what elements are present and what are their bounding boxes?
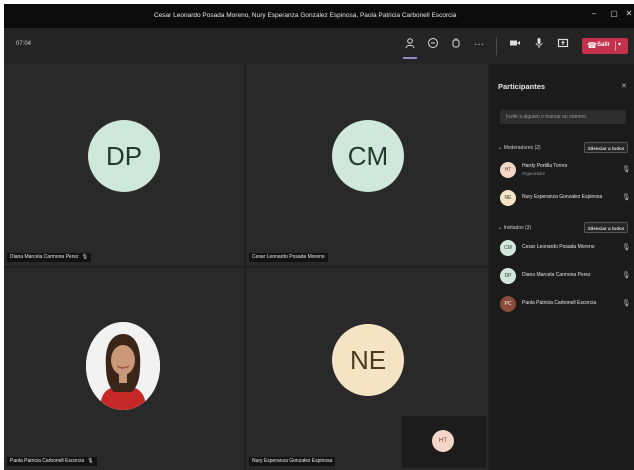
participant-name-label: Nury Esperanza Gonzalez Espinosa bbox=[249, 457, 336, 466]
phone-hangup-icon: ☎ bbox=[587, 41, 597, 50]
participant-name-label: Diana Marcela Carmona Perez 🎙 bbox=[7, 253, 91, 262]
mic-icon: 🎙 bbox=[622, 300, 631, 307]
participant-name: Paola Patricia Carbonell Escorcia bbox=[10, 458, 85, 464]
participant-name: Nury Esperanza Gonzalez Espinosa bbox=[252, 458, 333, 464]
title-bar: Cesar Leonardo Posada Moreno, Nury Esper… bbox=[4, 4, 634, 28]
participant-item[interactable]: NE Nury Esperanza Gonzalez Espinosa 🎙 bbox=[500, 188, 632, 210]
mute-all-button[interactable]: Silenciar a todos bbox=[584, 222, 628, 233]
leave-button[interactable]: ☎ Salir ▾ bbox=[582, 38, 628, 54]
avatar: DP bbox=[500, 268, 516, 284]
avatar-initials: DP bbox=[105, 140, 143, 171]
mic-icon: 🎙 bbox=[87, 458, 94, 464]
avatar: PC bbox=[500, 296, 516, 312]
avatar: NE bbox=[500, 190, 516, 206]
avatar: DP bbox=[88, 120, 160, 192]
panel-title: Participantes bbox=[498, 82, 546, 91]
participant-item-role: Organizador bbox=[522, 171, 546, 176]
leave-split-divider bbox=[615, 41, 616, 51]
people-icon[interactable] bbox=[402, 37, 418, 59]
mic-icon: 🎙 bbox=[81, 254, 88, 260]
toolbar-divider bbox=[496, 37, 497, 55]
participant-item[interactable]: PC Paola Patricia Carbonell Escorcia 🎙 bbox=[500, 294, 632, 316]
chevron-down-icon[interactable]: ▾ bbox=[618, 41, 621, 48]
participant-name-label: Cesar Leonardo Posada Moreno bbox=[249, 253, 328, 262]
participant-item-name: Diana Marcela Carmona Perez bbox=[522, 272, 591, 278]
participant-item-name: Nury Esperanza Gonzalez Espinosa bbox=[522, 194, 603, 200]
participant-item-name: Hardy Portilla Torres bbox=[522, 163, 568, 169]
participant-item-name: Paola Patricia Carbonell Escorcia bbox=[522, 300, 597, 306]
participant-item[interactable]: CM Cesar Leonardo Posada Moreno 🎙 bbox=[500, 238, 632, 260]
presenters-heading[interactable]: ⌄ Moderadores (2) bbox=[498, 145, 541, 151]
participant-name: Diana Marcela Carmona Perez bbox=[10, 254, 79, 260]
mic-icon[interactable] bbox=[531, 37, 547, 53]
invite-input[interactable]: Invite a alguien o marcar un número bbox=[500, 110, 626, 124]
minimize-icon[interactable]: – bbox=[587, 9, 601, 18]
participant-tile-pc[interactable]: Paola Patricia Carbonell Escorcia 🎙 bbox=[4, 268, 244, 470]
maximize-icon[interactable]: ▢ bbox=[607, 9, 621, 18]
participant-tile-dp[interactable]: DP Diana Marcela Carmona Perez 🎙 bbox=[4, 64, 244, 266]
participant-name-label: Paola Patricia Carbonell Escorcia 🎙 bbox=[7, 457, 97, 466]
participants-panel: Participantes ✕ Invite a alguien o marca… bbox=[490, 64, 634, 470]
mute-all-button[interactable]: Silenciar a todos bbox=[584, 142, 628, 153]
avatar: CM bbox=[500, 240, 516, 256]
chat-icon[interactable] bbox=[425, 37, 441, 53]
attendees-heading[interactable]: ⌄ Invitados (3) bbox=[498, 225, 531, 231]
participant-name: Cesar Leonardo Posada Moreno bbox=[252, 254, 325, 260]
more-icon[interactable]: ··· bbox=[471, 37, 487, 53]
mic-icon: 🎙 bbox=[622, 244, 631, 251]
mic-icon: 🎙 bbox=[622, 272, 631, 279]
participant-item[interactable]: HT Hardy Portilla Torres Organizador 🎙 bbox=[500, 160, 632, 182]
raise-hand-icon[interactable] bbox=[448, 37, 464, 53]
avatar: CM bbox=[332, 120, 404, 192]
avatar-initials: NE bbox=[349, 344, 387, 375]
window-title: Cesar Leonardo Posada Moreno, Nury Esper… bbox=[154, 12, 457, 19]
leave-label: Salir bbox=[597, 42, 611, 48]
avatar: NE bbox=[332, 324, 404, 396]
close-icon[interactable]: ✕ bbox=[622, 9, 634, 18]
avatar-initials: CM bbox=[347, 140, 389, 171]
mic-icon: 🎙 bbox=[622, 166, 631, 173]
mic-icon: 🎙 bbox=[622, 194, 631, 201]
meeting-toolbar: 07:04 ··· ☎ Salir ▾ bbox=[4, 28, 634, 64]
participant-item-name: Cesar Leonardo Posada Moreno bbox=[522, 244, 595, 250]
participant-tile-cm[interactable]: CM Cesar Leonardo Posada Moreno bbox=[246, 64, 488, 266]
share-icon[interactable] bbox=[555, 37, 571, 53]
camera-icon[interactable] bbox=[507, 37, 523, 53]
participant-photo bbox=[86, 322, 160, 410]
meeting-timer: 07:04 bbox=[16, 41, 32, 47]
participant-item[interactable]: DP Diana Marcela Carmona Perez 🎙 bbox=[500, 266, 632, 288]
close-icon[interactable]: ✕ bbox=[621, 82, 627, 90]
self-avatar: HT bbox=[432, 430, 454, 452]
teams-meeting-window: Cesar Leonardo Posada Moreno, Nury Esper… bbox=[4, 4, 634, 470]
avatar: HT bbox=[500, 162, 516, 178]
self-avatar-initials: HT bbox=[439, 438, 447, 444]
